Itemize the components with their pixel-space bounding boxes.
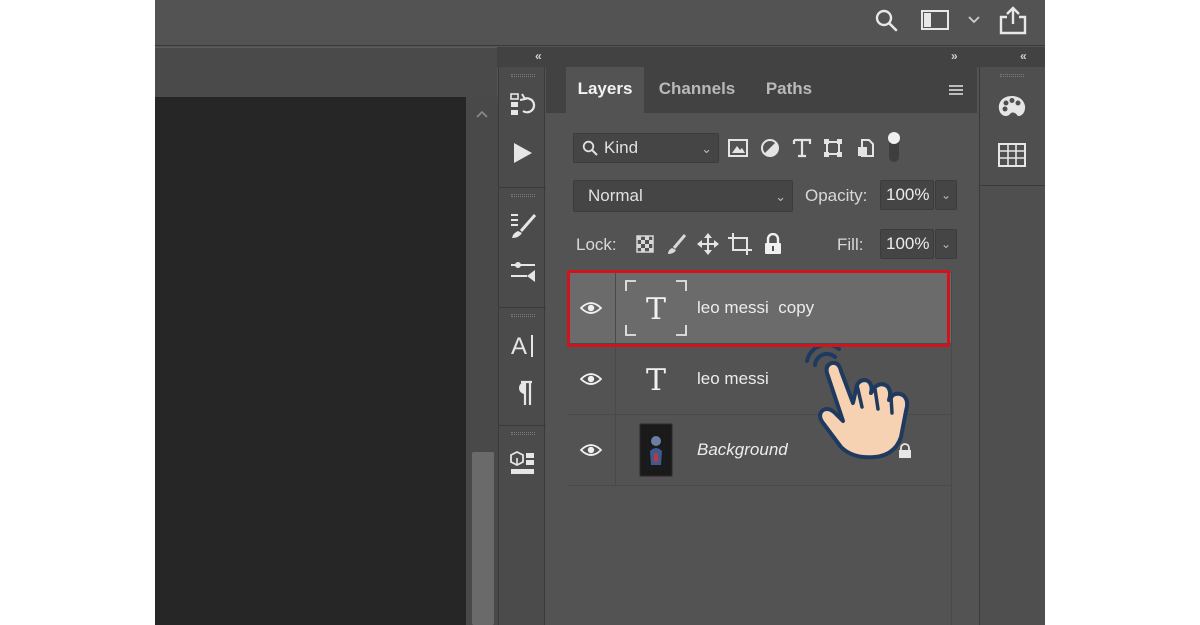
brush-settings-icon[interactable] (507, 209, 539, 241)
fill-slider-toggle[interactable]: ⌄ (935, 229, 957, 259)
chevron-down-icon: ⌄ (775, 189, 786, 204)
3d-panel-icon[interactable] (507, 447, 539, 479)
collapse-right-button[interactable]: « (1020, 49, 1027, 63)
filter-toggle-switch[interactable] (886, 129, 902, 165)
lock-artboard-icon[interactable] (728, 233, 752, 255)
adjustment-filter-icon[interactable] (759, 137, 781, 159)
visibility-toggle[interactable] (567, 344, 616, 414)
actions-play-icon[interactable] (507, 137, 539, 169)
layer-filter-row: Kind ⌄ (546, 129, 977, 165)
color-palette-icon[interactable] (996, 91, 1028, 123)
paragraph-icon[interactable] (507, 377, 539, 409)
visibility-toggle[interactable] (567, 415, 616, 485)
share-icon[interactable] (995, 0, 1031, 40)
visibility-toggle[interactable] (567, 273, 616, 343)
icon-dock: A (498, 67, 546, 625)
type-layer-icon: T (625, 280, 687, 336)
svg-text:T: T (646, 363, 666, 398)
dock-grip[interactable] (1000, 74, 1024, 77)
image-filter-icon[interactable] (727, 137, 749, 159)
tab-layers[interactable]: Layers (566, 67, 644, 113)
eye-icon (580, 302, 602, 314)
lock-label: Lock: (576, 235, 617, 254)
top-toolbar (155, 0, 1045, 46)
text-layer-thumbnail: T (624, 279, 688, 337)
fill-input[interactable]: 100% (880, 229, 934, 259)
blend-row: Normal ⌄ Opacity: 100% ⌄ (546, 178, 977, 214)
scroll-thumb[interactable] (472, 452, 494, 625)
smart-object-filter-icon[interactable] (855, 137, 877, 159)
lock-all-icon[interactable] (762, 233, 784, 255)
document-tab-bar (155, 47, 497, 97)
type-layer-icon: T (646, 363, 666, 398)
workspace-icon[interactable] (917, 0, 953, 40)
history-icon[interactable] (507, 89, 539, 121)
right-icon-dock (979, 67, 1045, 625)
image-thumbnail (639, 423, 673, 477)
layer-row[interactable]: T leo messi copy (567, 273, 951, 343)
character-icon[interactable]: A (507, 329, 539, 361)
canvas-scrollbar[interactable] (466, 97, 498, 625)
fill-label: Fill: (837, 235, 864, 254)
layer-name[interactable]: leo messi (697, 369, 769, 389)
opacity-label: Opacity: (805, 186, 868, 205)
tab-channels[interactable]: Channels (646, 67, 748, 113)
panel-menu-icon[interactable] (937, 83, 977, 97)
expand-panels-button[interactable]: » (951, 49, 958, 63)
layer-name[interactable]: Background (697, 440, 788, 460)
swatches-grid-icon[interactable] (996, 139, 1028, 171)
svg-text:A: A (511, 333, 527, 359)
text-layer-thumbnail: T (624, 350, 688, 408)
layer-name[interactable]: leo messi copy (697, 298, 814, 318)
eye-icon (580, 444, 602, 456)
collapse-left-button[interactable]: « (535, 49, 542, 63)
dock-grip[interactable] (511, 194, 535, 197)
tab-paths[interactable]: Paths (750, 67, 828, 113)
lock-row: Lock: Fill: 100% ⌄ (546, 227, 977, 263)
photoshop-window: « » « A Layers Channels Paths Kind ⌄ Nor… (155, 0, 1045, 625)
type-filter-icon[interactable] (791, 137, 813, 159)
document-canvas[interactable] (155, 97, 466, 625)
brush-presets-icon[interactable] (507, 257, 539, 289)
hand-pointer-icon (805, 345, 910, 460)
chevron-down-icon: ⌄ (701, 141, 712, 156)
filter-kind-label: Kind (604, 138, 639, 157)
opacity-input[interactable]: 100% (880, 180, 934, 210)
scroll-up-icon[interactable] (475, 109, 489, 119)
panel-collapse-strip: « » « (497, 47, 1045, 67)
lock-image-icon[interactable] (666, 233, 688, 255)
dock-grip[interactable] (511, 432, 535, 435)
search-icon (582, 140, 598, 156)
blend-mode-dropdown[interactable]: Normal ⌄ (573, 180, 793, 212)
opacity-slider-toggle[interactable]: ⌄ (935, 180, 957, 210)
filter-kind-dropdown[interactable]: Kind ⌄ (573, 133, 719, 163)
blend-mode-value: Normal (588, 186, 643, 205)
shape-filter-icon[interactable] (822, 137, 844, 159)
background-layer-thumbnail (624, 421, 688, 479)
panel-tab-bar: Layers Channels Paths (546, 67, 977, 113)
dock-grip[interactable] (511, 314, 535, 317)
eye-icon (580, 373, 602, 385)
lock-position-icon[interactable] (697, 233, 719, 255)
svg-text:T: T (646, 292, 666, 327)
dock-grip[interactable] (511, 74, 535, 77)
search-icon[interactable] (869, 0, 903, 40)
lock-transparency-icon[interactable] (634, 233, 656, 255)
chevron-down-icon[interactable] (964, 0, 984, 40)
